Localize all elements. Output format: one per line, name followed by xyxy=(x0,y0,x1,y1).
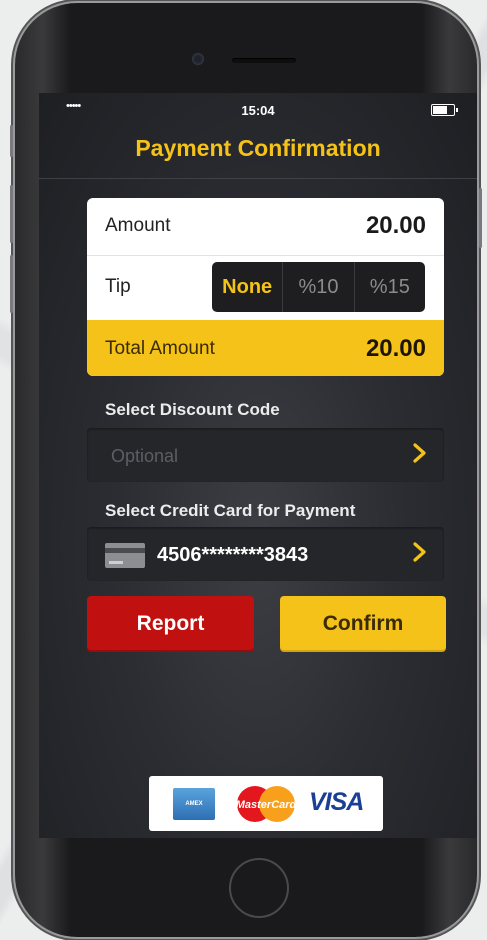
discount-placeholder: Optional xyxy=(111,446,179,466)
mute-switch xyxy=(10,125,13,157)
total-row: Total Amount 20.00 xyxy=(87,320,444,376)
status-time: 15:04 xyxy=(241,103,275,118)
credit-card-icon xyxy=(105,543,145,568)
total-label: Total Amount xyxy=(105,338,215,359)
front-camera xyxy=(192,53,204,65)
amount-label: Amount xyxy=(105,215,171,236)
earpiece-speaker xyxy=(232,58,296,63)
tip-row: Tip None %10 %15 xyxy=(87,255,444,320)
amex-logo: AMEX xyxy=(173,788,215,820)
status-bar: ••••• 15:04 xyxy=(39,93,477,125)
credit-card-number: 4506********3843 xyxy=(157,544,309,566)
discount-code-selector[interactable]: Optional xyxy=(87,428,444,482)
volume-down-button xyxy=(10,255,13,313)
tip-label: Tip xyxy=(105,276,131,297)
credit-card-section-label: Select Credit Card for Payment xyxy=(105,501,356,520)
mastercard-logo: MasterCard xyxy=(236,786,297,822)
phone-frame: ••••• 15:04 Payment Confirmation Amount … xyxy=(10,3,482,937)
chevron-right-icon xyxy=(413,542,426,562)
amount-row: Amount 20.00 xyxy=(87,198,444,255)
confirm-button[interactable]: Confirm xyxy=(280,596,446,652)
amount-value: 20.00 xyxy=(365,212,426,239)
accepted-cards-logos: AMEX MasterCard VISA xyxy=(149,776,383,831)
discount-section-label: Select Discount Code xyxy=(105,400,280,419)
report-button[interactable]: Report xyxy=(87,596,254,652)
tip-option-10[interactable]: %10 xyxy=(282,262,353,312)
total-value: 20.00 xyxy=(365,335,426,362)
home-button[interactable] xyxy=(229,858,289,918)
app-screen: ••••• 15:04 Payment Confirmation Amount … xyxy=(39,93,477,838)
tip-option-15[interactable]: %15 xyxy=(353,262,425,312)
page-title: Payment Confirmation xyxy=(135,135,381,161)
battery-icon xyxy=(431,104,458,116)
tip-selector: None %10 %15 xyxy=(212,262,425,312)
power-button xyxy=(479,188,482,248)
payment-summary-card: Amount 20.00 Tip None %10 %15 Total Amou… xyxy=(87,198,444,376)
volume-up-button xyxy=(10,185,13,243)
tip-option-none[interactable]: None xyxy=(212,262,282,312)
visa-logo: VISA xyxy=(309,788,364,816)
mastercard-text: MasterCard xyxy=(236,799,297,811)
chevron-right-icon xyxy=(413,443,426,463)
header-divider xyxy=(39,178,477,179)
credit-card-selector[interactable]: 4506********3843 xyxy=(87,527,444,581)
